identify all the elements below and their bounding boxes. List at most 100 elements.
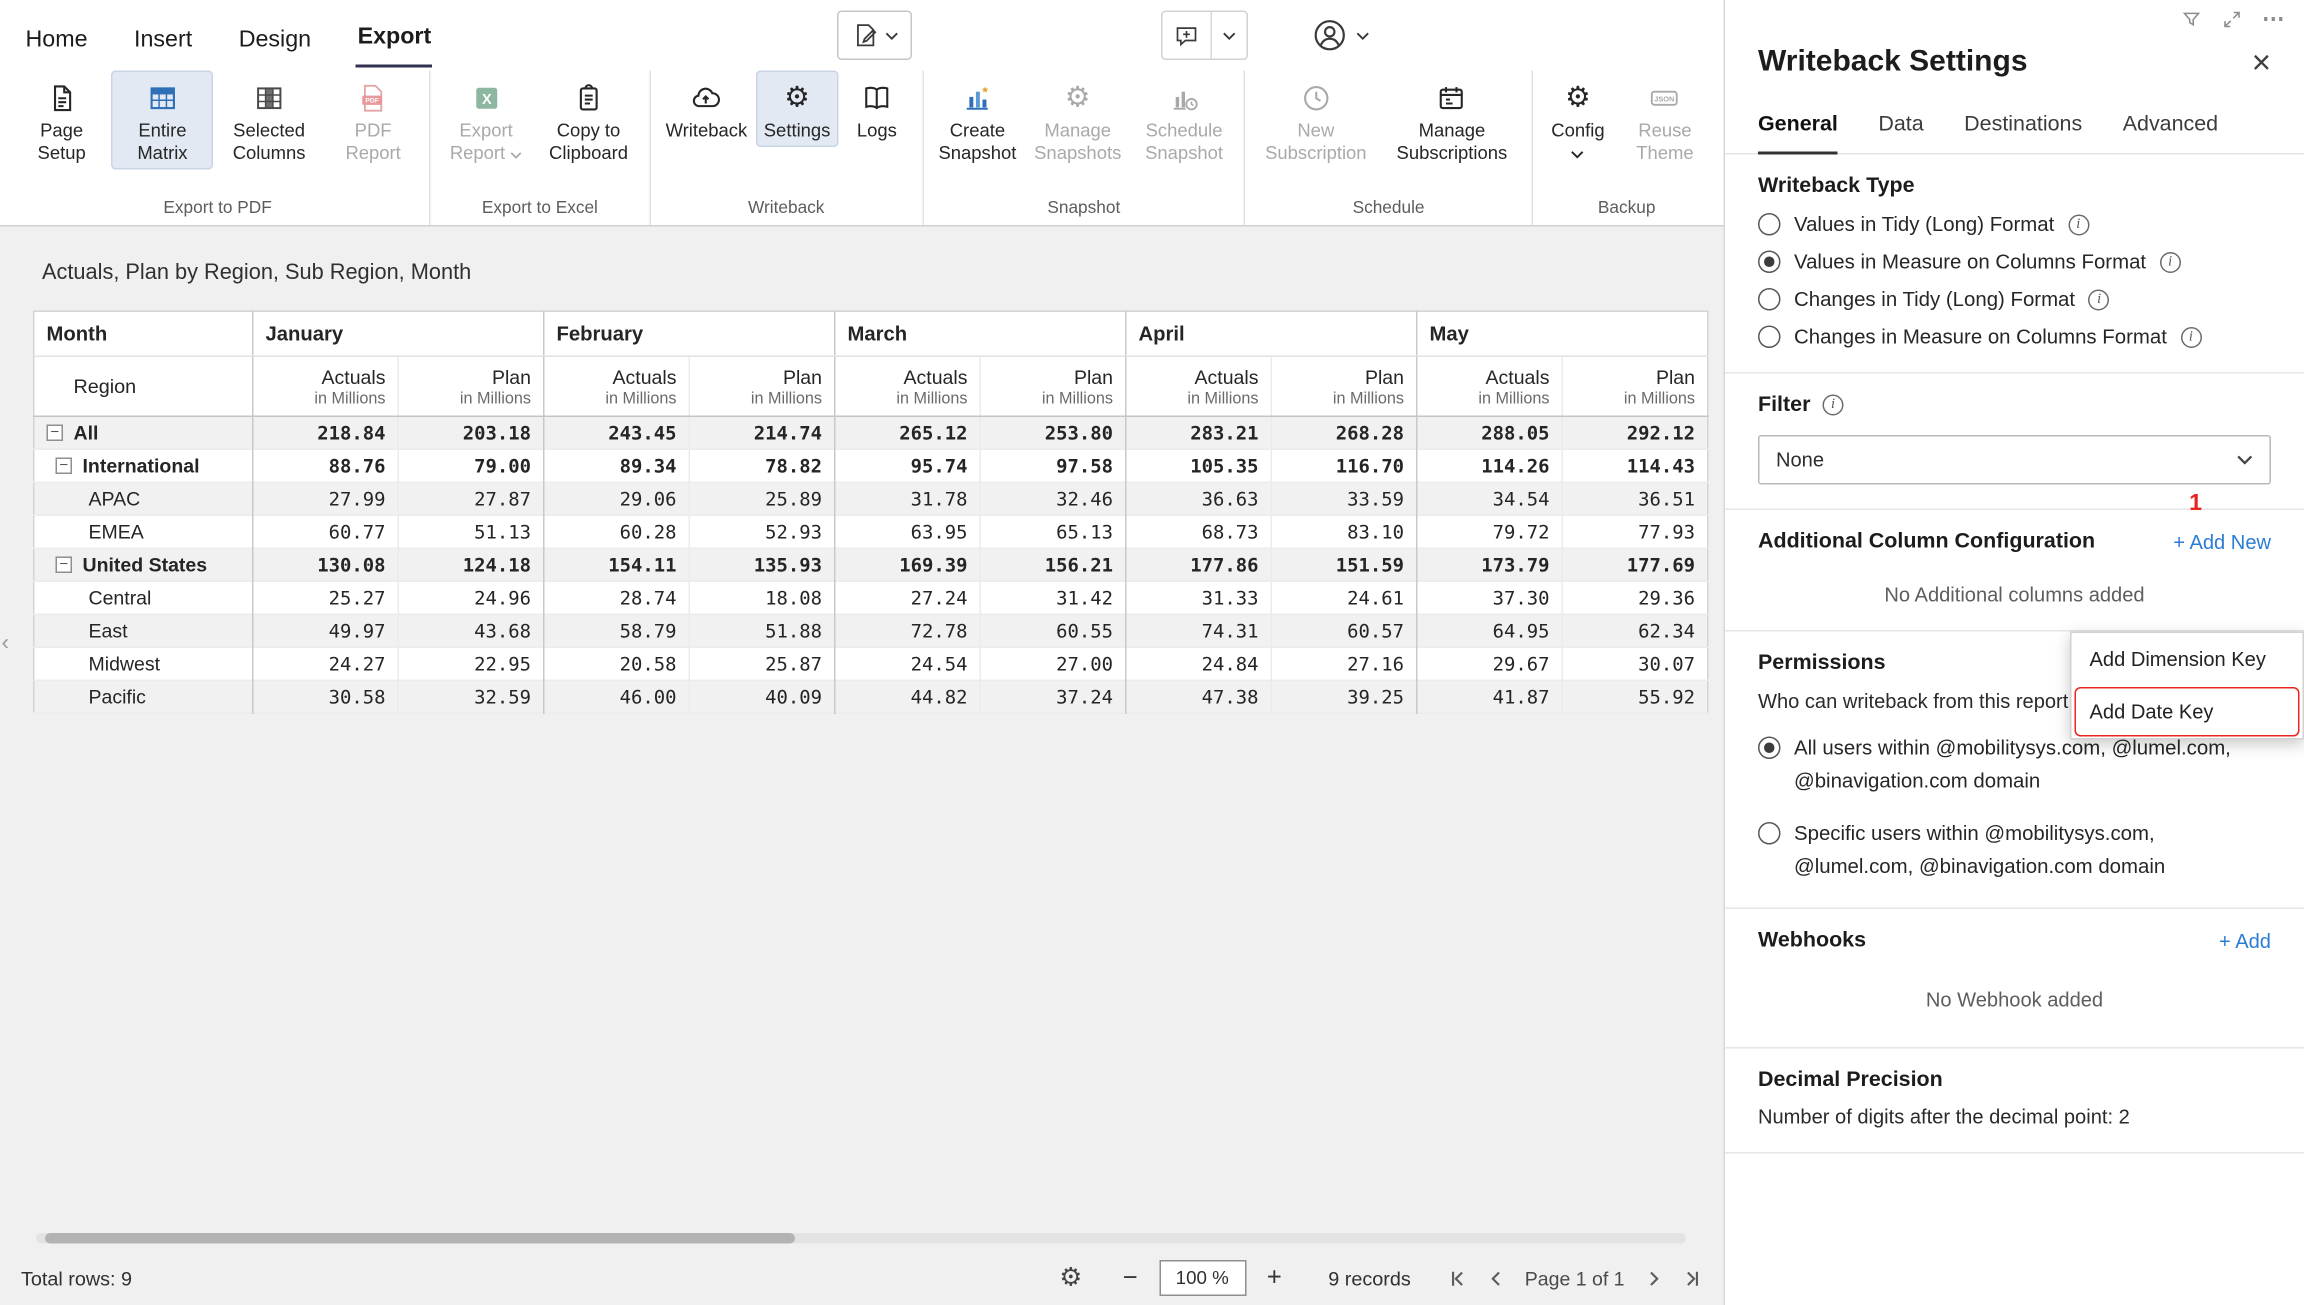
value-cell[interactable]: 154.11 [544,548,690,581]
row-label[interactable]: −United States [34,548,253,581]
radio-icon[interactable] [1758,288,1781,311]
horizontal-scrollbar-thumb[interactable] [45,1233,795,1244]
measure-header-plan[interactable]: Planin Millions [1562,356,1708,416]
measure-header-actuals[interactable]: Actualsin Millions [253,356,399,416]
tab-destinations[interactable]: Destinations [1964,113,2082,154]
measure-header-actuals[interactable]: Actualsin Millions [544,356,690,416]
value-cell[interactable]: 114.26 [1417,449,1563,482]
value-cell[interactable]: 79.00 [398,449,544,482]
tab-design[interactable]: Design [237,15,312,68]
value-cell[interactable]: 173.79 [1417,548,1563,581]
measure-header-plan[interactable]: Planin Millions [398,356,544,416]
value-cell[interactable]: 265.12 [835,416,981,449]
value-cell[interactable]: 46.00 [544,680,690,713]
value-cell[interactable]: 77.93 [1562,515,1708,548]
value-cell[interactable]: 58.79 [544,614,690,647]
value-cell[interactable]: 89.34 [544,449,690,482]
value-cell[interactable]: 130.08 [253,548,399,581]
value-cell[interactable]: 169.39 [835,548,981,581]
value-cell[interactable]: 31.78 [835,482,981,515]
radio-icon[interactable] [1758,822,1781,845]
more-options-icon[interactable]: ⋯ [2262,12,2286,27]
value-cell[interactable]: 60.55 [980,614,1126,647]
tab-data[interactable]: Data [1878,113,1923,154]
radio-icon[interactable] [1758,326,1781,349]
value-cell[interactable]: 18.08 [689,581,835,614]
collapse-icon[interactable]: − [47,425,64,442]
value-cell[interactable]: 25.27 [253,581,399,614]
radio-option-values-tidy[interactable]: Values in Tidy (Long) Format i [1758,213,2271,236]
info-icon[interactable]: i [2160,251,2181,272]
comment-dropdown-button[interactable] [1211,12,1247,59]
month-header[interactable]: March [835,311,1126,356]
row-label[interactable]: APAC [34,482,253,515]
tab-export[interactable]: Export [356,12,433,68]
expand-icon[interactable] [2222,9,2243,30]
value-cell[interactable]: 24.61 [1271,581,1417,614]
value-cell[interactable]: 114.43 [1562,449,1708,482]
value-cell[interactable]: 27.00 [980,647,1126,680]
first-page-icon[interactable] [1447,1268,1467,1288]
next-page-icon[interactable] [1644,1268,1664,1288]
config-button[interactable]: ⚙ Config [1540,71,1615,164]
radio-selected-icon[interactable] [1758,737,1781,760]
measure-header-actuals[interactable]: Actualsin Millions [1417,356,1563,416]
radio-option-values-measure-columns[interactable]: Values in Measure on Columns Format i [1758,251,2271,274]
value-cell[interactable]: 37.24 [980,680,1126,713]
info-icon[interactable]: i [2068,214,2089,235]
value-cell[interactable]: 25.89 [689,482,835,515]
row-label[interactable]: −International [34,449,253,482]
radio-selected-icon[interactable] [1758,251,1781,274]
value-cell[interactable]: 27.87 [398,482,544,515]
value-cell[interactable]: 22.95 [398,647,544,680]
info-icon[interactable]: i [2180,326,2201,347]
account-dropdown-button[interactable] [1311,11,1370,61]
zoom-out-button[interactable]: − [1115,1263,1145,1293]
pdf-report-button[interactable]: PDF PDF Report [325,71,422,170]
value-cell[interactable]: 51.88 [689,614,835,647]
value-cell[interactable]: 124.18 [398,548,544,581]
value-cell[interactable]: 83.10 [1271,515,1417,548]
value-cell[interactable]: 97.58 [980,449,1126,482]
radio-option-specific-users[interactable]: Specific users within @mobilitysys.com, … [1758,818,2271,884]
value-cell[interactable]: 27.24 [835,581,981,614]
writeback-settings-button[interactable]: ⚙ Settings [756,71,838,148]
month-header[interactable]: January [253,311,544,356]
value-cell[interactable]: 29.67 [1417,647,1563,680]
info-icon[interactable]: i [2089,289,2110,310]
manage-snapshots-button[interactable]: ⚙ Manage Snapshots [1025,71,1130,170]
value-cell[interactable]: 24.27 [253,647,399,680]
tab-insert[interactable]: Insert [133,15,194,68]
value-cell[interactable]: 156.21 [980,548,1126,581]
zoom-level-input[interactable]: 100 % [1159,1260,1246,1296]
radio-icon[interactable] [1758,213,1781,236]
measure-header-actuals[interactable]: Actualsin Millions [835,356,981,416]
value-cell[interactable]: 79.72 [1417,515,1563,548]
value-cell[interactable]: 39.25 [1271,680,1417,713]
close-icon[interactable]: × [2252,46,2271,79]
value-cell[interactable]: 32.59 [398,680,544,713]
value-cell[interactable]: 44.82 [835,680,981,713]
value-cell[interactable]: 68.73 [1126,515,1272,548]
value-cell[interactable]: 203.18 [398,416,544,449]
value-cell[interactable]: 288.05 [1417,416,1563,449]
filter-funnel-icon[interactable] [2181,9,2202,30]
value-cell[interactable]: 88.76 [253,449,399,482]
month-header[interactable]: February [544,311,835,356]
edit-mode-dropdown-button[interactable] [837,11,912,61]
manage-subscriptions-button[interactable]: Manage Subscriptions [1380,71,1524,170]
row-label[interactable]: Pacific [34,680,253,713]
writeback-logs-button[interactable]: Logs [839,71,914,148]
radio-option-changes-measure-columns[interactable]: Changes in Measure on Columns Format i [1758,326,2271,349]
row-label[interactable]: −All [34,416,253,449]
region-header[interactable]: Region [34,356,253,416]
zoom-in-button[interactable]: + [1259,1263,1289,1293]
writeback-button[interactable]: Writeback [658,71,755,148]
tab-home[interactable]: Home [24,15,89,68]
value-cell[interactable]: 64.95 [1417,614,1563,647]
value-cell[interactable]: 72.78 [835,614,981,647]
value-cell[interactable]: 214.74 [689,416,835,449]
row-label[interactable]: Midwest [34,647,253,680]
table-settings-gear-icon[interactable]: ⚙ [1059,1263,1082,1293]
entire-matrix-button[interactable]: Entire Matrix [111,71,213,170]
